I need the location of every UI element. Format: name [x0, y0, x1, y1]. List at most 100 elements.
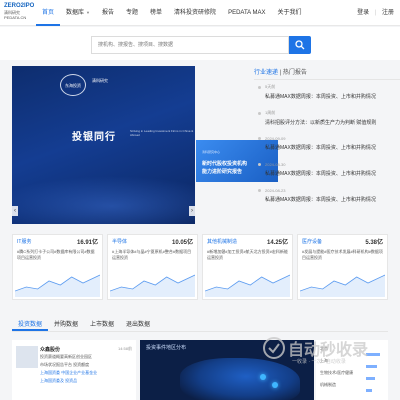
watermark-text: 自动秒收录: [288, 342, 369, 359]
sector-name: 其他机械制造: [207, 238, 238, 245]
search-button[interactable]: [289, 36, 311, 54]
track-date-text: 2024-08-23: [265, 188, 286, 193]
logo[interactable]: ZERO2IPO 清科研究 PEDATA.CN: [4, 3, 34, 21]
carousel-prev-button[interactable]: ‹: [12, 206, 18, 216]
sector-value: 14.25亿: [266, 239, 288, 246]
hero-carousel[interactable]: 东海投资 清科研究 投银同行 Striving in Leading Inves…: [12, 66, 195, 224]
nav-item-label: PEDATA MAX: [228, 10, 266, 16]
banner-headline-en: Striving in Leading Investment Firms in …: [130, 129, 194, 137]
sector-value: 16.91亿: [76, 239, 98, 246]
nav-item-label: 榜单: [150, 10, 163, 16]
sector-name: IT服务: [17, 238, 32, 245]
auth-divider: |: [374, 10, 377, 16]
news-line[interactable]: 上海国资委及 投资品: [40, 378, 77, 384]
sector-cards: IT服务 16.91亿 #腾C系列打卡子公司#数据库有限公司#数据项目运营投资 半导体…: [12, 234, 388, 300]
track-date: 1周前: [258, 110, 400, 116]
track-item[interactable]: 2024-08-23 私募通MAX数据周报：本周投资、上市和并购情况: [258, 188, 400, 203]
nav-item-label: 报告: [102, 10, 115, 16]
top-navbar: ZERO2IPO 清科研究 PEDATA.CN 首页 数据库 ▼ 报告 专题 榜单 清科投资…: [0, 0, 400, 26]
nav-item-label: 专题: [126, 10, 139, 16]
data-tab[interactable]: 投资数据: [12, 318, 49, 331]
track-date-text: 2024-08-30: [265, 162, 286, 167]
nav-item[interactable]: 关于我们: [272, 0, 308, 26]
ranking-bar: [366, 389, 372, 392]
track-date-text: 5天前: [265, 84, 276, 89]
logo-domain: PEDATA.CN: [4, 15, 27, 20]
track-date: 2024-08-30: [258, 162, 400, 167]
map-label: 投资事件地区分布: [146, 345, 187, 351]
nav-item[interactable]: 清科投资研修院: [168, 0, 222, 26]
sector-card[interactable]: 其他机械制造 14.25亿 #新增加健#加工投资#航天北方投资#宏科新能运营投资: [202, 234, 293, 300]
track-title: 私募通MAX数据周报：本周投资、上市和并购情况: [265, 171, 376, 177]
news-line[interactable]: 上海国资委 中国企业产业基金业: [40, 370, 97, 376]
sector-card[interactable]: 医疗设备 5.38亿 #发展与提能#医疗技术发展#科研机构#数据项目运营投资: [297, 234, 388, 300]
track-date-text: 2024-09-09: [265, 136, 286, 141]
login-link[interactable]: 登录: [357, 10, 369, 16]
timeline-dot-icon: [258, 85, 261, 89]
sector-desc: #上海半导体#与晶#宁夏原机#整合#数据项目运营投资: [112, 249, 192, 260]
sector-head: IT服务 16.91亿: [13, 235, 102, 247]
nav-item-label: 数据库: [66, 10, 85, 16]
ranking-label: 机械制造: [320, 382, 336, 387]
sector-head: 医疗设备 5.38亿: [298, 235, 387, 247]
tracks-tab-hot[interactable]: 热门报告: [283, 70, 307, 76]
track-item[interactable]: 2024-09-09 私募通MAX数据周报：本周投资、上市和并购情况: [258, 136, 400, 151]
nav-item[interactable]: 榜单: [144, 0, 168, 26]
nav-item-label: 首页: [42, 10, 55, 16]
industry-tracks-panel: 行业速递 | 热门报告 5天前私募通MAX数据周报：本周投资、上市和并购情况 1周…: [254, 66, 400, 224]
sector-name: 半导体: [112, 238, 128, 245]
auth-links: 登录 | 注册: [353, 0, 394, 26]
nav-item-label: 清科投资研修院: [174, 10, 217, 16]
search-input[interactable]: [92, 37, 288, 53]
track-title: 私募通MAX数据周报：本周投资、上市和并购情况: [265, 145, 376, 151]
sector-head: 其他机械制造 14.25亿: [203, 235, 292, 247]
sector-desc: #腾C系列打卡子公司#数据库有限公司#数据项目运营投资: [17, 249, 95, 260]
track-date-text: 1周前: [265, 110, 276, 115]
sector-sparkline: [300, 274, 385, 297]
report-card-title-2: 能力进阶研究报告: [202, 169, 243, 175]
sector-value: 5.38亿: [365, 239, 383, 246]
report-card-publisher: 清科研究中心: [202, 150, 221, 154]
track-title: 私募通MAX数据周报：本周投资、上市和并购情况: [265, 197, 376, 203]
tracks-tab-industry[interactable]: 行业速递: [254, 70, 278, 76]
main-nav: 首页 数据库 ▼ 报告 专题 榜单 清科投资研修院 PEDATA MAX 关于我们: [36, 0, 308, 26]
news-thumbnail: [16, 346, 38, 368]
nav-item[interactable]: 首页: [36, 0, 61, 26]
banner-brand-right: 清科研究: [92, 78, 108, 83]
report-card-title-1: 新时代股权投资机构: [202, 161, 248, 167]
news-line: 市场状况报告平台 投资额度: [40, 362, 90, 367]
news-card[interactable]: 众鑫股份 14:58前 投资赛道概要高新区创业园区 市场状况报告平台 投资额度 …: [12, 340, 136, 400]
sector-desc: #新增加健#加工投资#航天北方投资#宏科新能运营投资: [207, 249, 288, 260]
track-title: 清科招股评分方法：以新质生产力为判断 赋值规则: [265, 120, 377, 126]
timeline-dot-icon: [258, 111, 261, 115]
track-item[interactable]: 5天前私募通MAX数据周报：本周投资、上市和并购情况: [258, 84, 400, 100]
watermark-logo-icon: [263, 337, 285, 359]
data-tabs: 投资数据 并购数据 上市数据 退出数据: [12, 318, 388, 332]
data-tab[interactable]: 并购数据: [48, 318, 84, 331]
map-hotspot[interactable]: [272, 382, 278, 388]
banner-glow: [12, 176, 195, 224]
news-title: 众鑫股份: [40, 347, 61, 353]
sector-sparkline: [15, 274, 100, 297]
tracks-header: 行业速递 | 热门报告: [254, 66, 400, 80]
sector-card[interactable]: IT服务 16.91亿 #腾C系列打卡子公司#数据库有限公司#数据项目运营投资: [12, 234, 103, 300]
register-link[interactable]: 注册: [382, 10, 394, 16]
track-item[interactable]: 2024-08-30 私募通MAX数据周报：本周投资、上市和并购情况: [258, 162, 400, 177]
sector-card[interactable]: 半导体 10.05亿 #上海半导体#与晶#宁夏原机#整合#数据项目运营投资: [107, 234, 198, 300]
timeline-dot-icon: [258, 189, 261, 192]
nav-item[interactable]: 报告: [96, 0, 120, 26]
nav-item[interactable]: PEDATA MAX: [222, 0, 271, 26]
data-tab[interactable]: 上市数据: [84, 318, 120, 331]
track-item[interactable]: 1周前清科招股评分方法：以新质生产力为判断 赋值规则: [258, 110, 400, 126]
ranking-bar: [366, 377, 375, 380]
search-band: [0, 27, 400, 60]
watermark: 自动秒收录 一收录 · 一次 · 自动收录: [262, 336, 382, 376]
nav-item[interactable]: 专题: [120, 0, 144, 26]
carousel-next-button[interactable]: ›: [189, 206, 195, 216]
track-title: 私募通MAX数据周报：本周投资、上市和并购情况: [265, 94, 376, 100]
nav-item[interactable]: 数据库 ▼: [60, 0, 96, 26]
news-line: 投资赛道概要高新区创业园区: [40, 354, 92, 359]
sector-value: 10.05亿: [171, 239, 193, 246]
timeline-dot-icon: [258, 163, 261, 166]
data-tab[interactable]: 退出数据: [120, 318, 156, 331]
